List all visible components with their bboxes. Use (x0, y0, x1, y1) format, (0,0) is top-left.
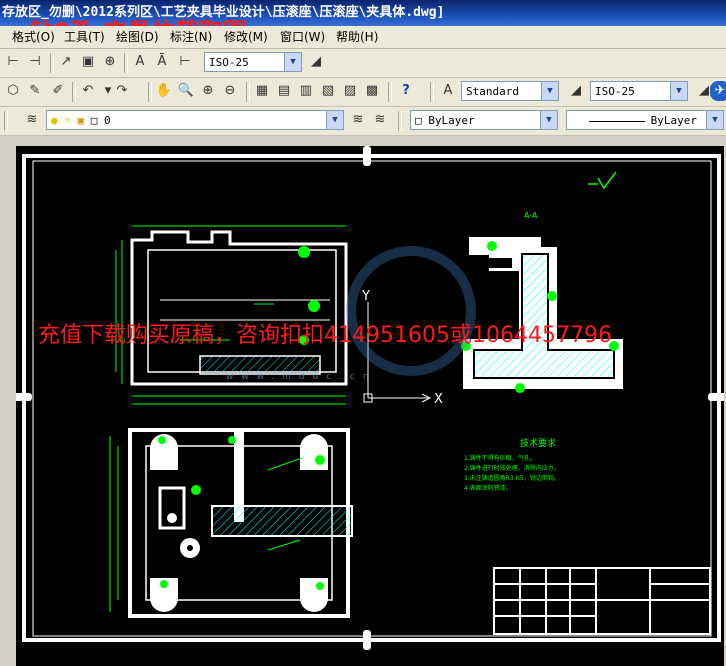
color-value: ByLayer (428, 114, 475, 127)
text-style-icon[interactable]: A (438, 81, 458, 101)
chevron-down-icon[interactable]: ▼ (326, 111, 343, 129)
logo-site-text: www.mdoc.cn (226, 372, 377, 382)
dim-continue-icon[interactable]: ⊣ (25, 52, 45, 72)
ucs-x-label: X (434, 392, 443, 407)
dimstyle-manager-icon[interactable]: ◢ (566, 81, 586, 101)
chevron-down-icon[interactable]: ▼ (541, 82, 558, 100)
separator (72, 82, 76, 102)
tolerance-icon[interactable]: ▣ (78, 52, 98, 72)
chevron-down-icon[interactable]: ▼ (670, 82, 687, 100)
menu-dimension[interactable]: 标注(N) (168, 26, 214, 48)
tech-requirements: 技术要求 1.铸件不得有砂眼、气孔。 2.铸件进行时效处理，消除内应力。 3.未… (464, 437, 560, 492)
tech-line: 4.表面涂防锈漆。 (464, 484, 512, 492)
dimstyle-value-2: ISO-25 (595, 85, 635, 98)
separator (246, 82, 250, 102)
menu-modify[interactable]: 修改(M) (222, 26, 270, 48)
side-view: A-A (461, 211, 623, 393)
separator (124, 53, 128, 73)
dim-style-manager-icon[interactable]: ◢ (306, 52, 326, 72)
title-block (493, 567, 711, 635)
window-title: 存放区_勿删\2012系列区\工艺夹具毕业设计\压滚座\压滚座\夹具体.dwg] (2, 5, 445, 20)
menu-bar: 格式(O) 工具(T) 绘图(D) 标注(N) 修改(M) 窗口(W) 帮助(H… (0, 26, 726, 49)
color-select[interactable]: □ ByLayer ▼ (410, 110, 558, 130)
dimstyle-select-2[interactable]: ISO-25 ▼ (590, 81, 688, 101)
zoom-window-icon[interactable]: ⊕ (198, 81, 218, 101)
brush-icon[interactable]: ✎ (25, 81, 45, 101)
lock-icon: ▣ (77, 114, 85, 127)
roughness-symbol (588, 171, 617, 190)
layers-toolbar: ≋ ● ☼ ▣ □ 0 ▼ ≋ ≋ □ ByLayer ▼ ByLayer ▼ (0, 107, 726, 136)
tech-title: 技术要求 (520, 437, 556, 449)
tool-palette-icon[interactable]: ▥ (296, 81, 316, 101)
separator (388, 82, 392, 102)
chevron-down-icon[interactable]: ▼ (706, 111, 723, 129)
textstyle-value: Standard (466, 85, 519, 98)
layer-previous-icon[interactable]: ≋ (370, 110, 390, 130)
menu-tools[interactable]: 工具(T) (62, 26, 107, 48)
logo-watermark (346, 246, 476, 376)
drawing-area: A-A X Y 技术要求 1.铸件不得有砂眼、气孔。 2.铸件进行时效处理，消除… (0, 136, 726, 666)
properties-icon[interactable]: ▦ (252, 81, 272, 101)
standard-toolbar: ⬡ ✎ ✐ ↶ ▾ ↷ ✋ 🔍 ⊕ ⊖ ▦ ▤ ▥ ▧ ▨ ▩ ? A Stan… (0, 78, 726, 107)
color-swatch-icon: □ (415, 114, 429, 127)
menu-draw[interactable]: 绘图(D) (114, 26, 161, 48)
textstyle-select[interactable]: Standard ▼ (461, 81, 559, 101)
separator (148, 82, 152, 102)
markup-icon[interactable]: ▨ (340, 81, 360, 101)
layer-value: 0 (104, 114, 111, 127)
front-view (130, 230, 348, 386)
design-center-icon[interactable]: ▤ (274, 81, 294, 101)
menu-window[interactable]: 窗口(W) (278, 26, 327, 48)
linetype-value: ByLayer (650, 114, 697, 127)
cad-drawing: A-A X Y 技术要求 1.铸件不得有砂眼、气孔。 2.铸件进行时效处理，消除… (16, 146, 724, 650)
menu-format[interactable]: 格式(O) (10, 26, 57, 48)
dim-text-edit-icon[interactable]: Ā (152, 52, 172, 72)
help-icon[interactable]: ? (396, 81, 416, 101)
model-space[interactable]: A-A X Y 技术要求 1.铸件不得有砂眼、气孔。 2.铸件进行时效处理，消除… (16, 146, 724, 666)
dimstyle-value: ISO-25 (209, 56, 249, 69)
tech-line: 1.铸件不得有砂眼、气孔。 (464, 454, 536, 462)
color-swatch-icon: □ (90, 114, 98, 127)
comm-center-icon[interactable]: ✈ (710, 81, 726, 101)
sun-icon: ☼ (64, 114, 71, 127)
dim-update-icon[interactable]: ⊢ (175, 52, 195, 72)
menu-help[interactable]: 帮助(H) (334, 26, 380, 48)
redo-icon[interactable]: ↷ (112, 81, 132, 101)
tech-line: 3.未注铸造圆角R3-R5，锐边倒钝。 (464, 474, 560, 482)
separator (398, 111, 402, 131)
chevron-down-icon[interactable]: ▼ (284, 53, 301, 71)
chevron-down-icon[interactable]: ▼ (540, 111, 557, 129)
match-properties-icon[interactable]: ⬡ (3, 81, 23, 101)
sheet-set-icon[interactable]: ▧ (318, 81, 338, 101)
calculator-icon[interactable]: ▩ (362, 81, 382, 101)
zoom-previous-icon[interactable]: ⊖ (220, 81, 240, 101)
tech-line: 2.铸件进行时效处理，消除内应力。 (464, 464, 560, 472)
quick-leader-icon[interactable]: ↗ (56, 52, 76, 72)
dimstyle-select[interactable]: ISO-25 ▼ (204, 52, 302, 72)
paint-icon[interactable]: ✐ (48, 81, 68, 101)
undo-icon[interactable]: ↶ (78, 81, 98, 101)
top-view (128, 428, 353, 618)
separator (50, 53, 54, 73)
linetype-select[interactable]: ByLayer ▼ (566, 110, 724, 130)
bulb-icon: ● (51, 114, 58, 127)
layer-select[interactable]: ● ☼ ▣ □ 0 ▼ (46, 110, 344, 130)
title-bar: 存放区_勿删\2012系列区\工艺夹具毕业设计\压滚座\压滚座\夹具体.dwg] (0, 0, 726, 26)
linetype-line-icon (588, 120, 645, 122)
make-layer-current-icon[interactable]: ≋ (348, 110, 368, 130)
separator (4, 111, 8, 131)
dim-linear-icon[interactable]: ⊢ (3, 52, 23, 72)
separator (430, 82, 434, 102)
center-mark-icon[interactable]: ⊕ (100, 52, 120, 72)
layer-manager-icon[interactable]: ≋ (22, 110, 42, 130)
dimension-toolbar: ⊢ ⊣ ↗ ▣ ⊕ A Ā ⊢ ISO-25 ▼ ◢ (0, 49, 726, 78)
dim-edit-icon[interactable]: A (130, 52, 150, 72)
pan-icon[interactable]: ✋ (154, 81, 174, 101)
section-label: A-A (524, 211, 538, 220)
zoom-realtime-icon[interactable]: 🔍 (176, 81, 196, 101)
